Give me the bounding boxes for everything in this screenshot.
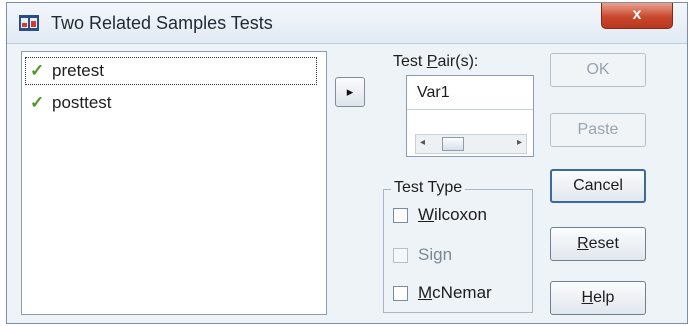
dialog-app-icon bbox=[19, 15, 39, 31]
variable-item-posttest[interactable]: ✓ posttest bbox=[26, 90, 316, 116]
checkbox-box[interactable] bbox=[393, 208, 408, 224]
close-button[interactable]: x bbox=[601, 3, 673, 29]
option-label: cNemar bbox=[432, 283, 492, 302]
wilcoxon-checkbox[interactable]: Wilcoxon bbox=[393, 203, 487, 227]
scroll-right-icon[interactable]: ▸ bbox=[517, 137, 522, 148]
variable-label: pretest bbox=[52, 61, 104, 80]
two-related-samples-dialog: Two Related Samples Tests x ✓ pretest ✓ po… bbox=[6, 2, 688, 324]
scale-variable-icon: ✓ bbox=[30, 93, 45, 112]
option-label: ilcoxon bbox=[434, 205, 487, 224]
label-accel: P bbox=[426, 53, 438, 70]
label-text: Test bbox=[393, 53, 427, 70]
scroll-thumb[interactable] bbox=[442, 137, 464, 151]
button-label: eset bbox=[588, 235, 619, 252]
cancel-button[interactable]: Cancel bbox=[550, 169, 646, 203]
test-pairs-label: Test Pair(s): bbox=[393, 53, 478, 71]
pair-variable-cell[interactable]: Var1 bbox=[407, 76, 533, 110]
reset-button[interactable]: Reset bbox=[550, 227, 646, 261]
dialog-title: Two Related Samples Tests bbox=[51, 13, 273, 33]
source-variable-list[interactable]: ✓ pretest ✓ posttest bbox=[21, 51, 327, 315]
horizontal-scrollbar[interactable]: ◂ ▸ bbox=[415, 134, 527, 154]
test-pairs-list[interactable]: Var1 ◂ ▸ bbox=[406, 75, 534, 157]
option-accel: W bbox=[418, 205, 435, 224]
paste-button[interactable]: Paste bbox=[550, 113, 646, 147]
scale-variable-icon: ✓ bbox=[30, 61, 45, 80]
sign-checkbox[interactable]: Sign bbox=[393, 243, 452, 267]
arrow-right-icon: ▸ bbox=[346, 84, 354, 99]
option-accel: M bbox=[418, 283, 433, 302]
title-bar: Two Related Samples Tests x bbox=[7, 3, 687, 44]
button-label: elp bbox=[593, 289, 615, 306]
move-to-pairs-button[interactable]: ▸ bbox=[335, 77, 365, 107]
checkbox-box[interactable] bbox=[393, 286, 408, 302]
button-accel: R bbox=[577, 235, 589, 252]
test-type-label: Test Type bbox=[391, 179, 466, 197]
label-text: air(s): bbox=[437, 53, 479, 70]
help-button[interactable]: Help bbox=[550, 281, 646, 315]
option-label: Sign bbox=[418, 245, 453, 264]
ok-button[interactable]: OK bbox=[550, 53, 646, 87]
mcnemar-checkbox[interactable]: McNemar bbox=[393, 281, 492, 305]
checkbox-box[interactable] bbox=[393, 248, 408, 264]
variable-label: posttest bbox=[52, 93, 112, 112]
button-accel: H bbox=[581, 289, 594, 306]
scroll-left-icon[interactable]: ◂ bbox=[420, 137, 425, 148]
variable-item-pretest[interactable]: ✓ pretest bbox=[25, 57, 317, 85]
